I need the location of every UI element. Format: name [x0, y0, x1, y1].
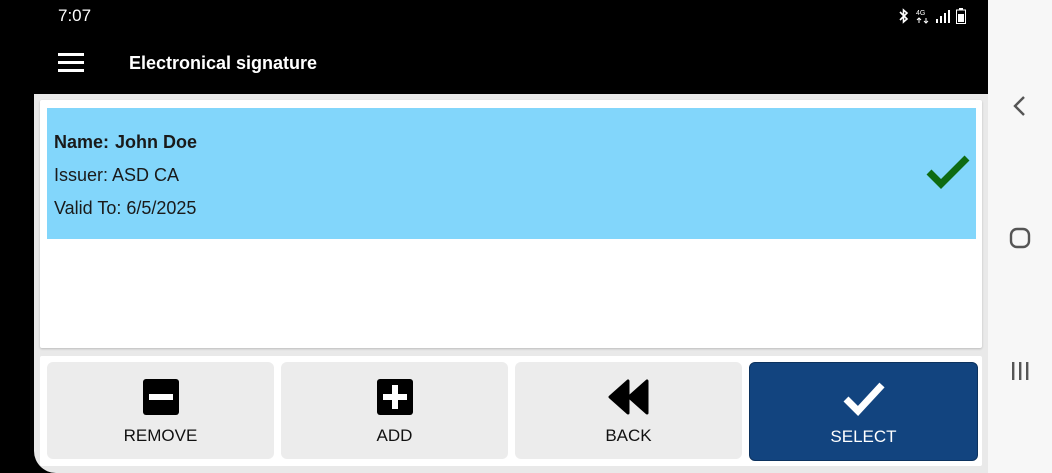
bluetooth-icon	[899, 8, 909, 24]
home-icon	[1009, 227, 1031, 249]
4g-icon: 4G	[916, 10, 929, 24]
action-toolbar: REMOVE ADD BACK SELECT	[40, 356, 982, 466]
select-button-label: SELECT	[830, 427, 897, 446]
rewind-icon	[608, 379, 648, 415]
app-bar: Electronical signature	[0, 34, 988, 94]
certificate-issuer: Issuer: ASD CA	[54, 165, 180, 185]
certificate-name-label: Name:	[54, 132, 110, 152]
device-screen: 7:07 4G Electronical signature Name: Joh…	[0, 0, 1052, 473]
nav-back-button[interactable]	[1006, 92, 1034, 120]
page-title: Electronical signature	[129, 53, 318, 73]
remove-button[interactable]: REMOVE	[47, 362, 274, 459]
status-time: 7:07	[58, 6, 92, 25]
add-button[interactable]: ADD	[281, 362, 508, 459]
certificate-list: Name: John Doe Issuer: ASD CA Valid To: 6…	[40, 100, 982, 348]
plus-square-icon	[376, 379, 413, 415]
remove-button-label: REMOVE	[123, 426, 198, 445]
status-icons: 4G	[898, 8, 966, 24]
battery-icon	[956, 8, 966, 24]
back-button-label: BACK	[605, 426, 652, 445]
certificate-valid-to: Valid To: 6/5/2025	[54, 198, 197, 218]
hamburger-menu-icon	[58, 53, 84, 72]
signal-icon	[936, 10, 950, 23]
checkmark-icon	[926, 155, 970, 189]
main-content: Name: John Doe Issuer: ASD CA Valid To: 6…	[34, 94, 988, 473]
recents-icon	[1012, 362, 1029, 380]
checkmark-icon	[843, 382, 885, 417]
nav-home-button[interactable]	[1006, 224, 1034, 252]
select-button[interactable]: SELECT	[749, 362, 978, 461]
minus-square-icon	[142, 379, 179, 415]
status-bar: 7:07 4G	[0, 0, 988, 34]
nav-recents-button[interactable]	[1006, 357, 1034, 385]
menu-button[interactable]	[52, 48, 90, 78]
certificate-list-item[interactable]: Name: John Doe Issuer: ASD CA Valid To: 6…	[47, 108, 976, 239]
back-button[interactable]: BACK	[515, 362, 742, 459]
back-icon	[1013, 96, 1025, 116]
add-button-label: ADD	[376, 426, 413, 445]
certificate-name-value: John Doe	[115, 132, 198, 152]
network-type-text: 4G	[916, 10, 925, 17]
system-nav-bar	[988, 0, 1052, 473]
certificate-name: Name: John Doe	[54, 132, 197, 153]
